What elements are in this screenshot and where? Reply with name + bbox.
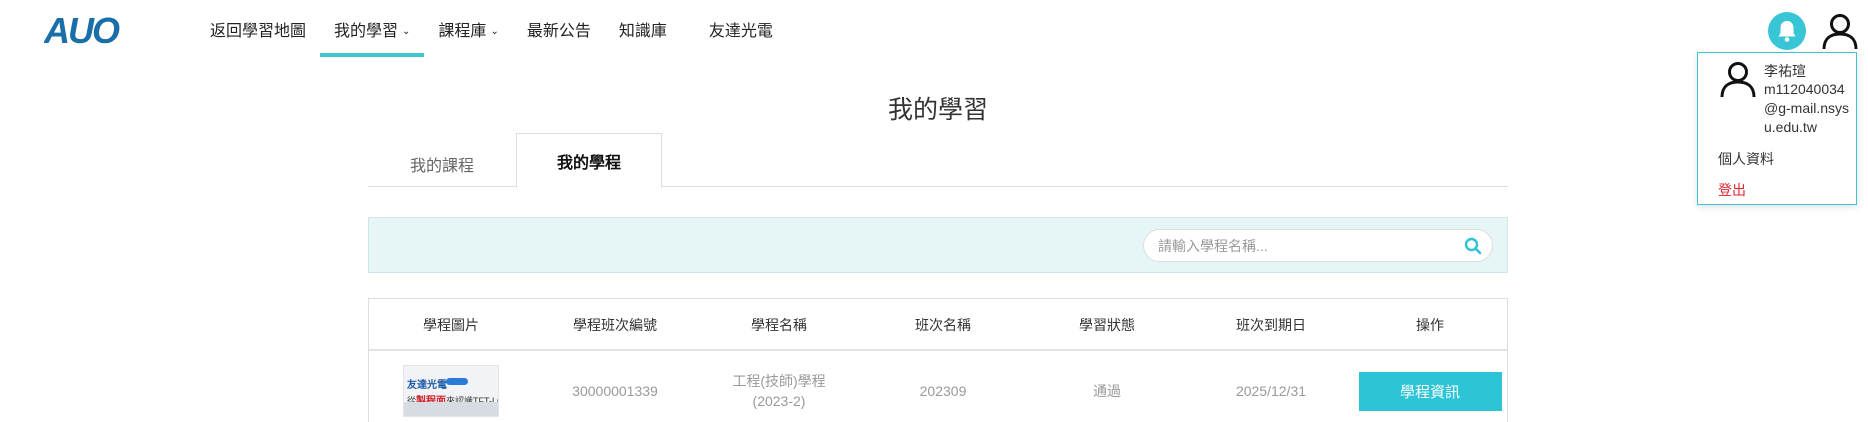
content-tabs: 我的課程 我的學程 xyxy=(368,133,1508,188)
chevron-down-icon: ⌄ xyxy=(490,26,499,37)
tab-my-programs[interactable]: 我的學程 xyxy=(516,133,662,188)
search-icon[interactable] xyxy=(1464,237,1482,255)
tab-my-courses[interactable]: 我的課程 xyxy=(368,133,516,187)
program-thumbnail[interactable]: 友達光電 從製程面來認識TFT-LCD xyxy=(403,365,499,417)
nav-auo[interactable]: 友達光電 xyxy=(695,0,787,62)
table-header: 學程圖片 學程班次編號 學程名稱 班次名稱 學習狀態 班次到期日 操作 xyxy=(369,299,1507,351)
top-header: AUO 返回學習地圖 我的學習 ⌄ 課程庫 ⌄ 最新公告 知識庫 友達光電 xyxy=(0,0,1868,62)
thumbnail-badge xyxy=(446,378,468,385)
cell-program-name: 工程(技師)學程(2023-2) xyxy=(732,373,826,409)
profile-link[interactable]: 個人資料 xyxy=(1718,149,1774,169)
programs-table: 學程圖片 學程班次編號 學程名稱 班次名稱 學習狀態 班次到期日 操作 友達光電… xyxy=(368,298,1508,422)
nav-course-library[interactable]: 課程庫 ⌄ xyxy=(424,0,512,62)
chevron-down-icon: ⌄ xyxy=(402,26,411,37)
header-status: 學習狀態 xyxy=(1079,317,1135,333)
user-avatar-icon xyxy=(1720,62,1756,98)
nav-announcements[interactable]: 最新公告 xyxy=(513,0,605,62)
page-title: 我的學習 xyxy=(887,96,988,124)
auo-logo[interactable]: AUO xyxy=(44,10,140,50)
cell-expiry: 2025/12/31 xyxy=(1235,383,1307,399)
header-class-name: 班次名稱 xyxy=(915,317,971,333)
nav-label: 我的學習 xyxy=(334,23,399,40)
logout-link[interactable]: 登出 xyxy=(1718,180,1746,200)
user-email: m112040034@g-mail.nsysu.edu.tw xyxy=(1764,81,1850,135)
program-info-button[interactable]: 學程資訊 xyxy=(1358,371,1502,411)
main-nav: 返回學習地圖 我的學習 ⌄ 課程庫 ⌄ 最新公告 知識庫 友達光電 xyxy=(196,0,787,62)
nav-label: 課程庫 xyxy=(438,23,487,40)
search-bar xyxy=(368,217,1508,273)
nav-back-to-map[interactable]: 返回學習地圖 xyxy=(196,0,320,62)
search-box xyxy=(1143,229,1493,262)
nav-label: 知識庫 xyxy=(618,23,667,40)
cell-class-id: 30000001339 xyxy=(572,383,658,399)
user-icon[interactable] xyxy=(1820,11,1860,51)
nav-label: 返回學習地圖 xyxy=(210,23,307,40)
cell-action: 學程資訊 xyxy=(1353,353,1507,422)
cell-status: 通過 xyxy=(1093,383,1121,399)
table-row: 友達光電 從製程面來認識TFT-LCD 30000001339 工程(技師)學程… xyxy=(369,353,1507,422)
nav-my-learning[interactable]: 我的學習 ⌄ xyxy=(320,0,425,62)
search-input[interactable] xyxy=(1158,236,1458,256)
header-program-image: 學程圖片 xyxy=(423,317,479,333)
nav-knowledge-base[interactable]: 知識庫 xyxy=(605,0,681,62)
nav-label: 友達光電 xyxy=(708,23,773,40)
user-name: 李祐瑄 xyxy=(1764,63,1806,79)
thumbnail-strip xyxy=(404,402,498,416)
cell-thumbnail: 友達光電 從製程面來認識TFT-LCD xyxy=(369,353,533,422)
nav-label: 最新公告 xyxy=(526,23,591,40)
header-action: 操作 xyxy=(1416,317,1444,333)
header-program-name: 學程名稱 xyxy=(751,317,807,333)
header-expiry: 班次到期日 xyxy=(1236,317,1306,333)
cell-class-name: 202309 xyxy=(919,383,967,399)
header-class-id: 學程班次編號 xyxy=(573,317,657,333)
user-dropdown-menu: 李祐瑄 m112040034@g-mail.nsysu.edu.tw 個人資料 … xyxy=(1697,52,1857,205)
notification-button[interactable] xyxy=(1768,12,1806,50)
bell-icon xyxy=(1778,21,1796,42)
logo-text: AUO xyxy=(44,10,120,50)
